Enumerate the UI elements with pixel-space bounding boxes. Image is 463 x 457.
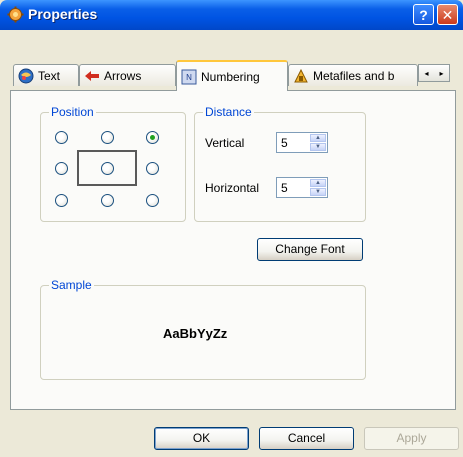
sample-text: AaBbYyZz	[163, 326, 228, 341]
apply-button: Apply	[364, 427, 459, 450]
position-group-label: Position	[49, 105, 96, 119]
horizontal-label: Horizontal	[205, 181, 260, 195]
text-globe-icon	[18, 68, 34, 83]
sample-group-label: Sample	[49, 278, 94, 292]
distance-group-label: Distance	[203, 105, 254, 119]
tab-metafiles-label: Metafiles and b	[313, 68, 395, 83]
tab-scroll-right-icon[interactable]: ▸	[439, 69, 443, 78]
change-font-button[interactable]: Change Font	[257, 238, 363, 261]
vertical-spinner[interactable]: 5 ▲ ▼	[276, 132, 328, 153]
vertical-value[interactable]: 5	[281, 136, 288, 150]
tab-arrows[interactable]: Arrows	[79, 64, 176, 86]
position-radio-middle-left[interactable]	[55, 162, 68, 175]
tab-numbering[interactable]: N Numbering	[176, 60, 288, 91]
window-title: Properties	[28, 6, 98, 22]
vertical-label: Vertical	[205, 136, 245, 150]
position-radio-top-right[interactable]	[146, 131, 159, 144]
close-button[interactable]: ✕	[437, 4, 458, 25]
title-bar[interactable]: Properties ? ✕	[0, 0, 463, 30]
horizontal-spin-down-icon[interactable]: ▼	[310, 188, 326, 196]
position-radio-top-center[interactable]	[101, 131, 114, 144]
horizontal-value[interactable]: 5	[281, 181, 288, 195]
position-radio-middle-right[interactable]	[146, 162, 159, 175]
horizontal-spin-buttons[interactable]: ▲ ▼	[310, 179, 326, 196]
position-radio-top-left[interactable]	[55, 131, 68, 144]
horizontal-spin-up-icon[interactable]: ▲	[310, 179, 326, 187]
red-arrow-icon	[85, 70, 99, 81]
help-button[interactable]: ?	[413, 4, 434, 25]
properties-dialog: Properties ? ✕ Text Arrows N Numbering M…	[0, 0, 463, 457]
vertical-spin-down-icon[interactable]: ▼	[310, 143, 326, 151]
position-radio-bottom-center[interactable]	[101, 194, 114, 207]
tab-arrows-label: Arrows	[104, 68, 142, 83]
tab-numbering-label: Numbering	[201, 69, 260, 84]
svg-text:N: N	[186, 73, 192, 82]
tab-text-label: Text	[38, 68, 61, 83]
ok-button[interactable]: OK	[154, 427, 249, 450]
numbering-icon: N	[181, 69, 197, 84]
metafile-icon	[294, 68, 308, 82]
position-radio-bottom-left[interactable]	[55, 194, 68, 207]
cancel-button[interactable]: Cancel	[259, 427, 354, 450]
tab-text[interactable]: Text	[13, 64, 79, 86]
vertical-spin-up-icon[interactable]: ▲	[310, 134, 326, 142]
tab-scroll-left-icon[interactable]: ◂	[424, 69, 428, 78]
horizontal-spinner[interactable]: 5 ▲ ▼	[276, 177, 328, 198]
position-radio-middle-center[interactable]	[101, 162, 114, 175]
position-radio-bottom-right[interactable]	[146, 194, 159, 207]
vertical-spin-buttons[interactable]: ▲ ▼	[310, 134, 326, 151]
tab-scroll-buttons[interactable]: ◂ ▸	[418, 64, 450, 82]
tab-metafiles[interactable]: Metafiles and b	[288, 64, 418, 86]
gear-icon	[7, 6, 24, 23]
distance-group: Distance	[194, 105, 366, 222]
